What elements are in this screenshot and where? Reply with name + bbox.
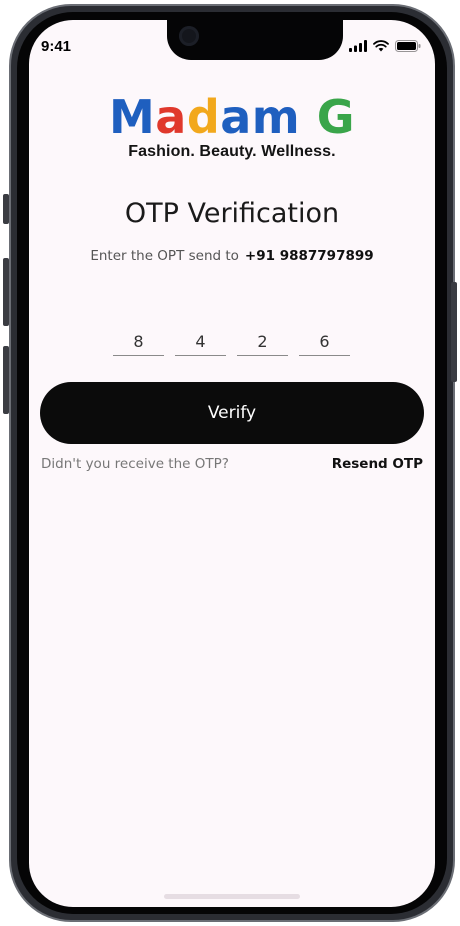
brand-letter: d (186, 90, 221, 144)
camera-notch (167, 20, 343, 60)
home-indicator (164, 894, 300, 899)
status-time: 9:41 (41, 38, 72, 55)
device-stage: 9:41 Madam G Fashion. Beauty. Wellness. … (0, 0, 460, 926)
resend-row: Didn't you receive the OTP? Resend OTP (41, 456, 423, 472)
volume-up-button (3, 258, 9, 326)
volume-down-button (3, 346, 9, 414)
app-screen: 9:41 Madam G Fashion. Beauty. Wellness. … (29, 20, 435, 907)
wifi-icon (373, 40, 389, 52)
brand-letter: a (155, 90, 187, 144)
otp-digit-1[interactable] (113, 328, 164, 356)
brand-letter (300, 92, 317, 142)
power-button (451, 282, 457, 382)
otp-digit-4[interactable] (299, 328, 350, 356)
brand-logo: Madam G (29, 92, 435, 142)
brand-letter: G (316, 90, 356, 144)
verify-button[interactable]: Verify (40, 382, 424, 444)
front-camera-icon (179, 26, 199, 46)
phone-number: +91 9887797899 (244, 248, 374, 264)
resend-otp-link[interactable]: Resend OTP (332, 456, 423, 472)
status-icons (349, 40, 421, 52)
resend-prompt: Didn't you receive the OTP? (41, 456, 229, 472)
otp-digit-2[interactable] (175, 328, 226, 356)
brand-letter: M (108, 90, 156, 144)
brand-tagline: Fashion. Beauty. Wellness. (128, 143, 336, 160)
instruction-text: Enter the OPT send to (90, 248, 239, 264)
otp-digit-3[interactable] (237, 328, 288, 356)
brand-letter: a (220, 90, 252, 144)
page-title: OTP Verification (124, 198, 340, 229)
otp-instruction: Enter the OPT send to +91 9887797899 (29, 248, 435, 264)
otp-input-group (113, 328, 350, 356)
battery-icon (395, 40, 421, 52)
mute-switch (3, 194, 9, 224)
signal-icon (349, 40, 367, 52)
brand-letter: m (251, 90, 301, 144)
